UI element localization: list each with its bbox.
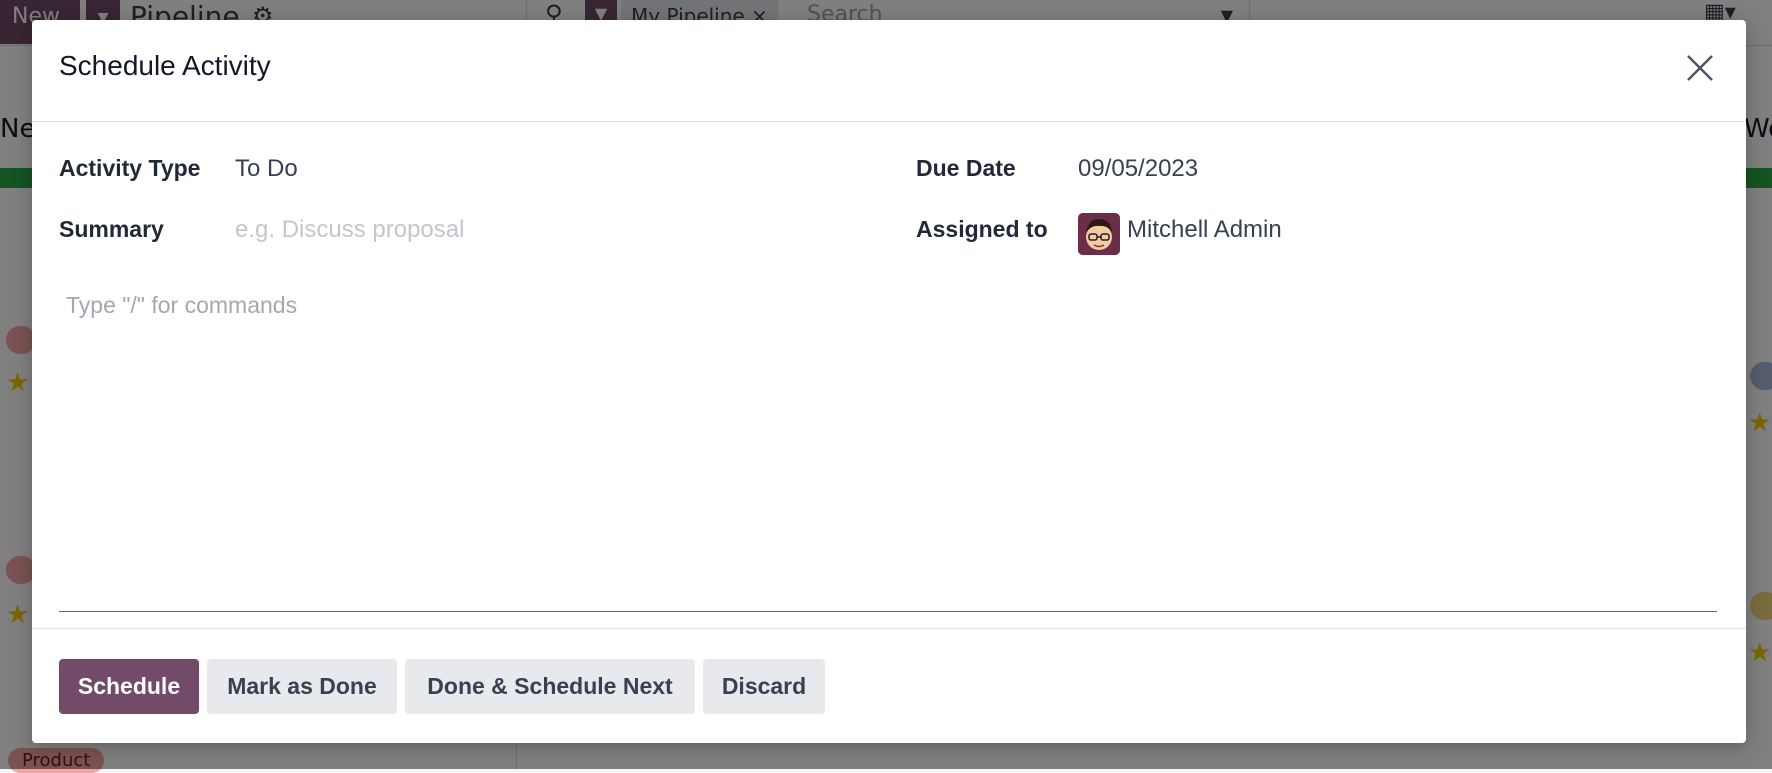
done-schedule-next-button[interactable]: Done & Schedule Next	[405, 659, 695, 714]
note-editor[interactable]: Type "/" for commands	[59, 270, 1717, 612]
activity-type-select[interactable]: To Do	[235, 155, 298, 183]
activity-type-label: Activity Type	[59, 155, 201, 181]
mark-as-done-button[interactable]: Mark as Done	[207, 659, 397, 714]
summary-label: Summary	[59, 216, 164, 242]
avatar-icon	[1078, 213, 1120, 255]
due-date-label: Due Date	[916, 155, 1016, 181]
schedule-activity-dialog: Schedule Activity Activity Type To Do Su…	[32, 20, 1746, 743]
dialog-header: Schedule Activity	[32, 20, 1746, 122]
due-date-input[interactable]: 09/05/2023	[1078, 155, 1198, 183]
close-icon	[1687, 55, 1713, 81]
schedule-button[interactable]: Schedule	[59, 659, 199, 714]
dialog-footer: Schedule Mark as Done Done & Schedule Ne…	[32, 628, 1746, 743]
dialog-title: Schedule Activity	[59, 50, 271, 81]
assigned-to-label: Assigned to	[916, 216, 1048, 242]
editor-placeholder: Type "/" for commands	[66, 292, 298, 318]
discard-button[interactable]: Discard	[703, 659, 825, 714]
summary-input[interactable]	[235, 212, 915, 248]
close-button[interactable]	[1684, 52, 1724, 92]
assigned-to-select[interactable]: Mitchell Admin	[1127, 216, 1282, 244]
avatar	[1078, 213, 1120, 255]
